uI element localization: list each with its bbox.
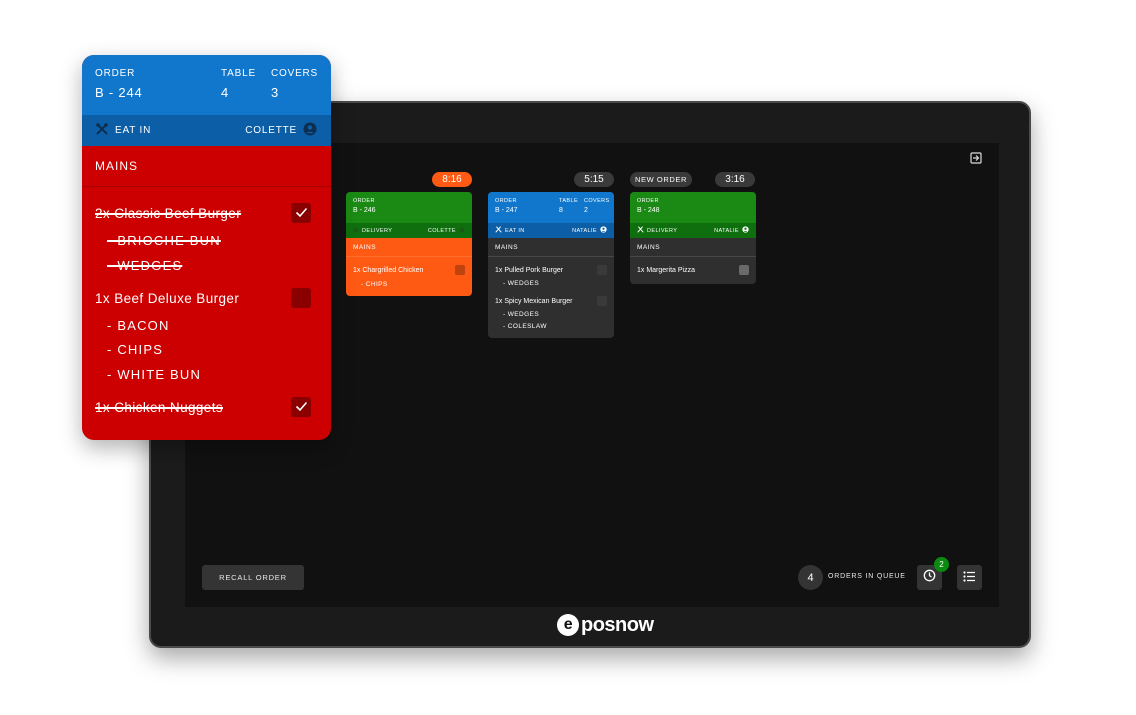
list-item[interactable]: 1x Chicken Nuggets bbox=[95, 397, 311, 417]
item-label: 1x Chargrilled Chicken bbox=[353, 266, 424, 274]
ticket-timer: 5:15 bbox=[574, 172, 614, 187]
table-label: TABLE bbox=[221, 68, 256, 79]
section-title: MAINS bbox=[630, 238, 756, 257]
item-modifier: - CHIPS bbox=[361, 281, 388, 288]
list-item[interactable]: 1x Beef Deluxe Burger bbox=[95, 288, 311, 308]
ticket-header: ORDER B - 246 bbox=[346, 192, 472, 223]
item-label: 1x Beef Deluxe Burger bbox=[95, 290, 240, 306]
staff-name: COLETTE bbox=[427, 227, 456, 234]
marketing-composite: 8:16 5:15 NEW ORDER 3:16 ORDER B - 246 D… bbox=[0, 0, 1136, 715]
ticket-header: ORDER B - 247 TABLE 8 COVERS 2 bbox=[488, 192, 614, 223]
check-icon bbox=[295, 400, 308, 415]
user-icon bbox=[742, 226, 749, 235]
ticket-subheader: EAT IN COLETTE bbox=[82, 115, 331, 146]
item-label: 2x Classic Beef Burger bbox=[95, 205, 242, 221]
order-number: B - 248 bbox=[637, 207, 660, 214]
section-title: MAINS bbox=[82, 146, 331, 187]
order-label: ORDER bbox=[95, 68, 136, 79]
queue-count: 4 bbox=[798, 565, 823, 590]
item-label: 1x Margerita Pizza bbox=[637, 266, 695, 274]
order-label: ORDER bbox=[353, 198, 375, 204]
ticket-subheader: DELIVERY NATALIE bbox=[630, 223, 756, 238]
list-icon bbox=[963, 569, 976, 587]
item-modifier: - BRIOCHE BUN bbox=[107, 233, 221, 248]
service-type: EAT IN bbox=[115, 125, 152, 136]
user-icon bbox=[303, 122, 317, 139]
cutlery-icon bbox=[495, 226, 502, 235]
user-icon bbox=[600, 226, 607, 235]
item-label: 1x Spicy Mexican Burger bbox=[495, 297, 573, 305]
staff-name: NATALIE bbox=[572, 227, 597, 234]
item-modifier: - COLESLAW bbox=[503, 323, 547, 330]
section-title: MAINS bbox=[488, 238, 614, 257]
list-item[interactable]: 1x Margerita Pizza bbox=[637, 265, 749, 275]
cutlery-icon bbox=[637, 226, 644, 235]
item-modifier: - BACON bbox=[107, 318, 170, 333]
check-icon bbox=[295, 206, 308, 221]
service-type: DELIVERY bbox=[362, 227, 393, 234]
eposnow-logo: e posnow bbox=[557, 611, 654, 639]
featured-order-ticket[interactable]: ORDER B - 244 TABLE 4 COVERS 3 EAT IN CO… bbox=[82, 55, 331, 440]
item-checkbox[interactable] bbox=[291, 397, 311, 417]
exit-icon[interactable] bbox=[970, 151, 982, 164]
section-title: MAINS bbox=[346, 238, 472, 257]
service-type: DELIVERY bbox=[647, 227, 678, 234]
covers-count: 2 bbox=[584, 207, 588, 214]
queue-label: ORDERS IN QUEUE bbox=[828, 573, 906, 580]
order-number: B - 244 bbox=[95, 85, 143, 100]
item-checkbox[interactable] bbox=[291, 203, 311, 223]
table-number: 4 bbox=[221, 85, 230, 100]
service-type: EAT IN bbox=[505, 227, 525, 234]
covers-label: COVERS bbox=[271, 68, 319, 79]
order-ticket[interactable]: ORDER B - 246 DELIVERY COLETTE MAINS 1x … bbox=[346, 192, 472, 296]
item-checkbox[interactable] bbox=[597, 265, 607, 275]
list-item[interactable]: 1x Pulled Pork Burger bbox=[495, 265, 607, 275]
staff-name: COLETTE bbox=[245, 125, 297, 136]
item-label: 1x Chicken Nuggets bbox=[95, 399, 224, 415]
clock-icon bbox=[923, 569, 936, 587]
item-checkbox[interactable] bbox=[291, 288, 311, 308]
ticket-header: ORDER B - 244 TABLE 4 COVERS 3 bbox=[82, 55, 331, 115]
list-item[interactable]: 1x Chargrilled Chicken bbox=[353, 265, 465, 275]
recall-order-button[interactable]: RECALL ORDER bbox=[202, 565, 304, 590]
item-modifier: - WEDGES bbox=[503, 280, 540, 287]
ticket-header: ORDER B - 248 bbox=[630, 192, 756, 223]
item-checkbox[interactable] bbox=[597, 296, 607, 306]
list-item[interactable]: 1x Spicy Mexican Burger bbox=[495, 296, 607, 306]
ticket-subheader: DELIVERY COLETTE bbox=[346, 223, 472, 238]
new-order-badge: NEW ORDER bbox=[630, 172, 692, 187]
covers-count: 3 bbox=[271, 85, 280, 100]
item-modifier: - WHITE BUN bbox=[107, 367, 202, 382]
cutlery-icon bbox=[95, 122, 109, 139]
list-view-button[interactable] bbox=[957, 565, 982, 590]
order-number: B - 246 bbox=[353, 207, 376, 214]
delivery-icon bbox=[353, 227, 359, 235]
user-icon bbox=[459, 227, 465, 235]
order-ticket[interactable]: ORDER B - 247 TABLE 8 COVERS 2 EAT IN NA… bbox=[488, 192, 614, 338]
table-label: TABLE bbox=[559, 198, 579, 204]
ticket-subheader: EAT IN NATALIE bbox=[488, 223, 614, 238]
item-checkbox[interactable] bbox=[739, 265, 749, 275]
order-label: ORDER bbox=[637, 198, 659, 204]
item-modifier: - CHIPS bbox=[107, 342, 164, 357]
order-ticket[interactable]: ORDER B - 248 DELIVERY NATALIE MAINS 1x … bbox=[630, 192, 756, 284]
clock-badge: 2 bbox=[934, 557, 949, 572]
staff-name: NATALIE bbox=[714, 227, 739, 234]
item-modifier: - WEDGES bbox=[107, 258, 183, 273]
table-number: 8 bbox=[559, 207, 563, 214]
covers-label: COVERS bbox=[584, 198, 610, 204]
ticket-timer: 3:16 bbox=[715, 172, 755, 187]
item-modifier: - WEDGES bbox=[503, 311, 540, 318]
ticket-timer: 8:16 bbox=[432, 172, 472, 187]
list-item[interactable]: 2x Classic Beef Burger bbox=[95, 203, 311, 223]
item-checkbox[interactable] bbox=[455, 265, 465, 275]
item-label: 1x Pulled Pork Burger bbox=[495, 266, 564, 274]
